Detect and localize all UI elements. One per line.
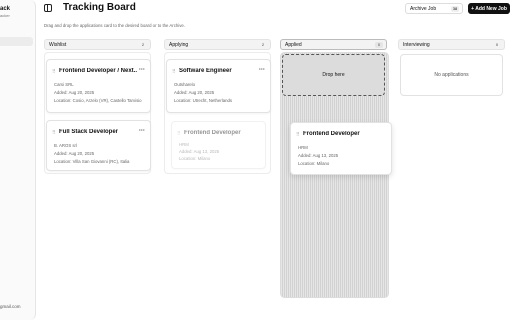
column-count-badge: 0 — [375, 42, 383, 48]
job-company: B. AROS srl — [54, 143, 77, 148]
sidebar-toggle-icon[interactable] — [44, 4, 52, 12]
drop-zone[interactable]: Drop here — [282, 54, 385, 96]
job-card[interactable]: ⠿ Software Engineer ··· Outsharelo Added… — [166, 59, 271, 113]
drag-handle-icon[interactable]: ⠿ — [52, 130, 56, 136]
more-options-icon[interactable]: ··· — [139, 128, 145, 134]
column-header: Applying 2 — [164, 39, 271, 50]
job-location: Location: Milano — [298, 161, 330, 166]
column-count-badge: 0 — [495, 42, 499, 47]
job-title: Frontend Developer — [184, 130, 241, 136]
job-card[interactable]: ⠿ Full Stack Developer ··· B. AROS srl A… — [46, 120, 151, 171]
column-interviewing: Interviewing 0 No applications — [398, 39, 505, 100]
column-header: Applied 0 — [280, 39, 387, 50]
column-body: No applications — [398, 52, 505, 100]
archive-count-badge: 38 — [451, 6, 459, 12]
more-options-icon[interactable]: ··· — [259, 67, 265, 73]
archive-job-button[interactable]: Archive Job 38 — [405, 3, 463, 14]
job-title: Frontend Developer — [303, 131, 360, 137]
column-title: Applying — [169, 41, 189, 48]
drag-handle-icon[interactable]: ⠿ — [172, 69, 176, 75]
sidebar: ack acker gmail.com — [0, 0, 36, 320]
job-added-date: Added: Aug 20, 2025 — [174, 90, 215, 95]
job-title: Frontend Developer / Next... — [59, 68, 137, 74]
job-location: Location: Cosio, Arzelo (VR), Castello T… — [54, 98, 142, 103]
job-company: HRM — [179, 142, 189, 147]
job-added-date: Added: Aug 20, 2025 — [54, 151, 95, 156]
dragging-job-card[interactable]: ⠿ Frontend Developer HRM Added: Aug 13, … — [290, 122, 392, 175]
column-body: ⠿ Frontend Developer / Next... ··· Carsi… — [44, 52, 151, 174]
add-new-job-button[interactable]: + Add New Job — [468, 3, 510, 14]
job-title: Full Stack Developer — [59, 129, 119, 135]
column-header: Interviewing 0 — [398, 39, 505, 50]
column-header: Wishlist 2 — [44, 39, 151, 50]
job-location: Location: Utrecht, Netherlands — [174, 98, 233, 103]
job-company: Outsharelo — [174, 82, 196, 87]
job-card-placeholder: ⠿ Frontend Developer HRM Added: Aug 13, … — [171, 121, 266, 169]
job-location: Location: Milano — [179, 156, 211, 161]
job-added-date: Added: Aug 20, 2025 — [54, 90, 95, 95]
empty-state: No applications — [400, 54, 503, 96]
job-title: Software Engineer — [179, 68, 232, 74]
page-title: Tracking Board — [63, 2, 136, 13]
column-title: Interviewing — [403, 41, 430, 48]
column-count-badge: 2 — [141, 42, 145, 47]
column-count-badge: 2 — [261, 42, 265, 47]
column-title: Wishlist — [49, 41, 67, 48]
column-wishlist: Wishlist 2 ⠿ Frontend Developer / Next..… — [44, 39, 151, 174]
app-subtitle: acker — [0, 13, 10, 18]
column-applied: Applied 0 Drop here ⠿ Frontend Developer… — [280, 39, 392, 298]
drag-handle-icon[interactable]: ⠿ — [52, 69, 56, 75]
column-title: Applied — [285, 41, 302, 48]
job-location: Location: Villa San Giovanni (RC), Itali… — [54, 159, 130, 164]
user-email: gmail.com — [0, 304, 21, 309]
drag-handle-icon: ⠿ — [177, 131, 181, 137]
drag-handle-icon[interactable]: ⠿ — [296, 132, 300, 138]
archive-label: Archive Job — [410, 5, 437, 12]
job-added-date: Added: Aug 13, 2025 — [179, 149, 220, 154]
more-options-icon[interactable]: ··· — [139, 67, 145, 73]
add-job-label: + Add New Job — [471, 5, 507, 12]
column-body: Drop here ⠿ Frontend Developer HRM Added… — [280, 52, 392, 298]
job-company: HRM — [298, 145, 308, 150]
sidebar-item-tracking-board[interactable] — [0, 37, 33, 46]
job-card[interactable]: ⠿ Frontend Developer / Next... ··· Carsi… — [46, 59, 151, 113]
job-company: Carsi SRL — [54, 82, 74, 87]
column-applying: Applying 2 ⠿ Software Engineer ··· Outsh… — [164, 39, 271, 174]
job-added-date: Added: Aug 13, 2025 — [298, 153, 339, 158]
page-description: Drag and drop the applications card to t… — [44, 23, 185, 28]
column-body: ⠿ Software Engineer ··· Outsharelo Added… — [164, 52, 271, 174]
app-title: ack — [0, 6, 11, 12]
